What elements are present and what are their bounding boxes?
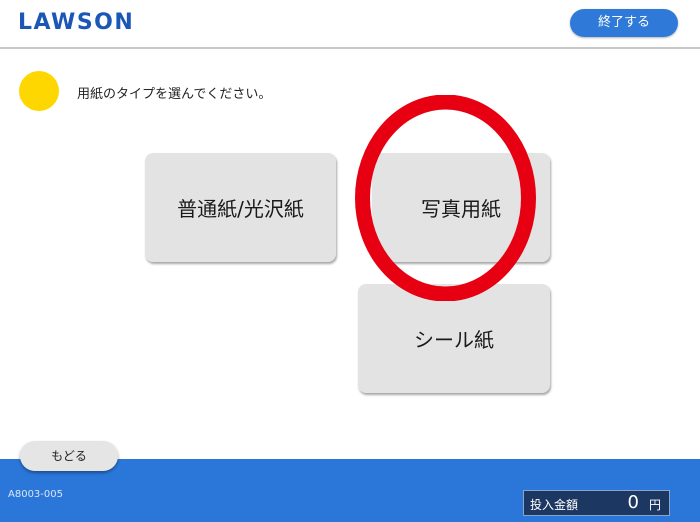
lawson-logo: LAWSON	[18, 10, 135, 35]
plain-glossy-paper-button[interactable]: 普通紙/光沢紙	[145, 153, 336, 262]
inserted-amount-box: 投入金額 0 円	[523, 490, 670, 516]
yellow-circle-icon	[19, 71, 59, 111]
amount-label: 投入金額	[530, 498, 579, 512]
exit-button[interactable]: 終了する	[570, 9, 678, 37]
photo-paper-button[interactable]: 写真用紙	[372, 153, 550, 262]
photo-paper-label: 写真用紙	[421, 197, 501, 221]
sticker-paper-button[interactable]: シール紙	[358, 284, 550, 393]
screen-code: A8003-005	[8, 489, 63, 500]
back-button[interactable]: もどる	[20, 441, 118, 471]
amount-value: 0	[627, 492, 639, 513]
header-bar: LAWSON 終了する	[0, 0, 700, 49]
plain-glossy-paper-label: 普通紙/光沢紙	[177, 197, 304, 221]
amount-unit: 円	[648, 498, 661, 512]
instruction-text: 用紙のタイプを選んでください。	[77, 87, 272, 102]
sticker-paper-label: シール紙	[414, 328, 494, 352]
